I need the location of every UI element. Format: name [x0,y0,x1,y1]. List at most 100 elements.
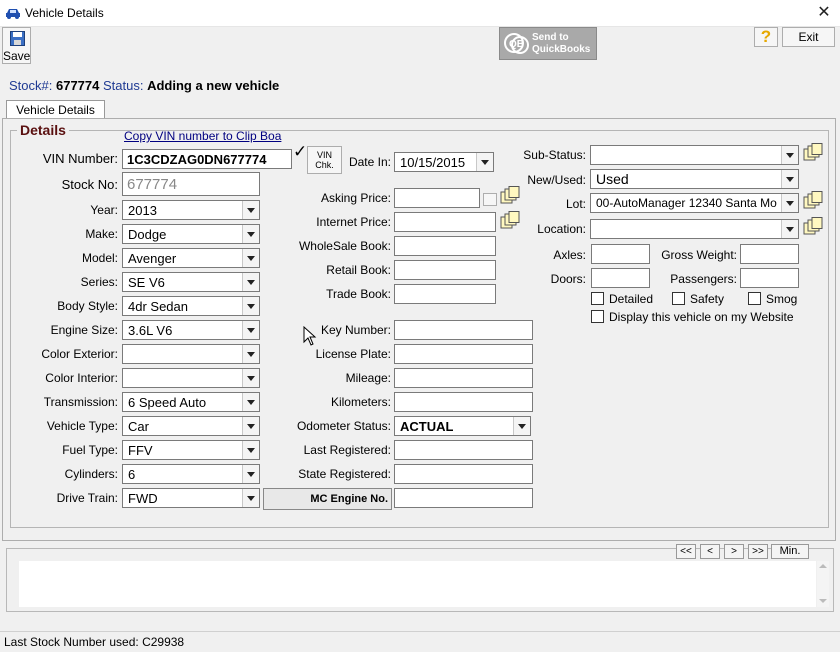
chevron-down-icon[interactable] [242,225,259,243]
chevron-down-icon[interactable] [242,369,259,387]
notes-scrollbar[interactable] [817,561,829,607]
chevron-down-icon[interactable] [781,170,798,188]
doors-input[interactable] [591,268,650,288]
gross-weight-input[interactable] [740,244,799,264]
chevron-down-icon[interactable] [242,465,259,483]
chevron-down-icon[interactable] [242,441,259,459]
checkmark-icon: ✓ [293,142,308,161]
date-in-select[interactable]: 10/15/2015 [394,152,494,172]
minimize-notes-button[interactable]: Min. [771,544,809,559]
last-record-button[interactable]: >> [748,544,768,559]
body-style-select[interactable]: 4dr Sedan [122,296,260,316]
svg-text:QB: QB [509,39,524,50]
new-used-select[interactable]: Used [590,169,799,189]
prev-record-button[interactable]: < [700,544,720,559]
kilometers-input[interactable] [394,392,533,412]
copy-icon[interactable] [803,191,823,210]
chevron-down-icon[interactable] [513,417,530,435]
chevron-down-icon[interactable] [242,249,259,267]
smog-checkbox[interactable] [748,292,761,305]
engine-size-select[interactable]: 3.6L V6 [122,320,260,340]
license-plate-input[interactable] [394,344,533,364]
copy-icon[interactable] [803,143,823,162]
scroll-down-icon[interactable] [819,599,827,603]
notes-textarea[interactable] [19,561,816,607]
status-bar: Last Stock Number used: C29938 [0,631,840,652]
first-record-button[interactable]: << [676,544,696,559]
stock-no-input[interactable]: 677774 [122,172,260,196]
chevron-down-icon[interactable] [242,393,259,411]
window-close-button[interactable]: ✕ [811,2,837,24]
trade-book-label: Trade Book: [326,287,391,301]
retail-book-input[interactable] [394,260,496,280]
vehicle-type-select[interactable]: Car [122,416,260,436]
drive-train-select[interactable]: FWD [122,488,260,508]
series-select[interactable]: SE V6 [122,272,260,292]
sub-status-select[interactable] [590,145,799,165]
send-to-quickbooks-button[interactable]: QB Send to QuickBooks [499,27,597,60]
stock-no-label: Stock No: [61,177,118,192]
car-icon [6,9,20,19]
color-exterior-select[interactable] [122,344,260,364]
key-number-input[interactable] [394,320,533,340]
lot-select[interactable]: 00-AutoManager 12340 Santa Mo [590,193,799,213]
chevron-down-icon[interactable] [781,146,798,164]
chevron-down-icon[interactable] [781,194,798,212]
key-number-label: Key Number: [320,323,391,337]
model-select[interactable]: Avenger [122,248,260,268]
location-select[interactable] [590,219,799,239]
next-record-button[interactable]: > [724,544,744,559]
display-on-website-checkbox[interactable] [591,310,604,323]
chevron-down-icon[interactable] [242,321,259,339]
chevron-down-icon[interactable] [242,201,259,219]
smog-label: Smog [766,292,798,306]
title-bar: Vehicle Details ✕ [0,0,840,27]
chevron-down-icon[interactable] [242,489,259,507]
trade-book-input[interactable] [394,284,496,304]
status-prefix: Status: [103,78,144,93]
internet-price-input[interactable] [394,212,496,232]
display-on-website-label: Display this vehicle on my Website [609,310,794,324]
passengers-input[interactable] [740,268,799,288]
copy-vin-link[interactable]: Copy VIN number to Clip Boa [124,129,281,143]
transmission-select[interactable]: 6 Speed Auto [122,392,260,412]
vin-check-button[interactable]: VIN Chk. [307,146,342,174]
floppy-disk-icon [10,31,25,46]
engine-size-label: Engine Size: [50,323,118,337]
scroll-up-icon[interactable] [819,564,827,568]
asking-price-picker-button[interactable] [483,193,497,206]
color-interior-select[interactable] [122,368,260,388]
axles-input[interactable] [591,244,650,264]
vin-input[interactable]: 1C3CDZAG0DN677774 [122,149,292,169]
odometer-status-select[interactable]: ACTUAL [394,416,531,436]
safety-checkbox[interactable] [672,292,685,305]
tab-vehicle-details[interactable]: Vehicle Details [6,100,105,119]
save-button[interactable]: Save [2,27,31,64]
mileage-input[interactable] [394,368,533,388]
exit-button[interactable]: Exit [782,27,835,47]
wholesale-book-input[interactable] [394,236,496,256]
state-registered-input[interactable] [394,464,533,484]
detailed-checkbox[interactable] [591,292,604,305]
asking-price-label: Asking Price: [320,191,391,205]
cylinders-label: Cylinders: [64,467,118,481]
status-text: Last Stock Number used: C29938 [4,635,185,649]
chevron-down-icon[interactable] [242,273,259,291]
chevron-down-icon[interactable] [476,153,493,171]
mc-engine-no-input[interactable] [394,488,533,508]
series-label: Series: [80,275,118,289]
drive-train-label: Drive Train: [56,491,118,505]
year-select[interactable]: 2013 [122,200,260,220]
last-registered-input[interactable] [394,440,533,460]
fuel-type-select[interactable]: FFV [122,440,260,460]
chevron-down-icon[interactable] [242,417,259,435]
make-select[interactable]: Dodge [122,224,260,244]
asking-price-input[interactable] [394,188,480,208]
chevron-down-icon[interactable] [781,220,798,238]
cylinders-select[interactable]: 6 [122,464,260,484]
chevron-down-icon[interactable] [242,345,259,363]
copy-icon[interactable] [803,217,823,236]
chevron-down-icon[interactable] [242,297,259,315]
sub-status-label: Sub-Status: [523,148,586,162]
help-button[interactable]: ? [754,27,778,47]
